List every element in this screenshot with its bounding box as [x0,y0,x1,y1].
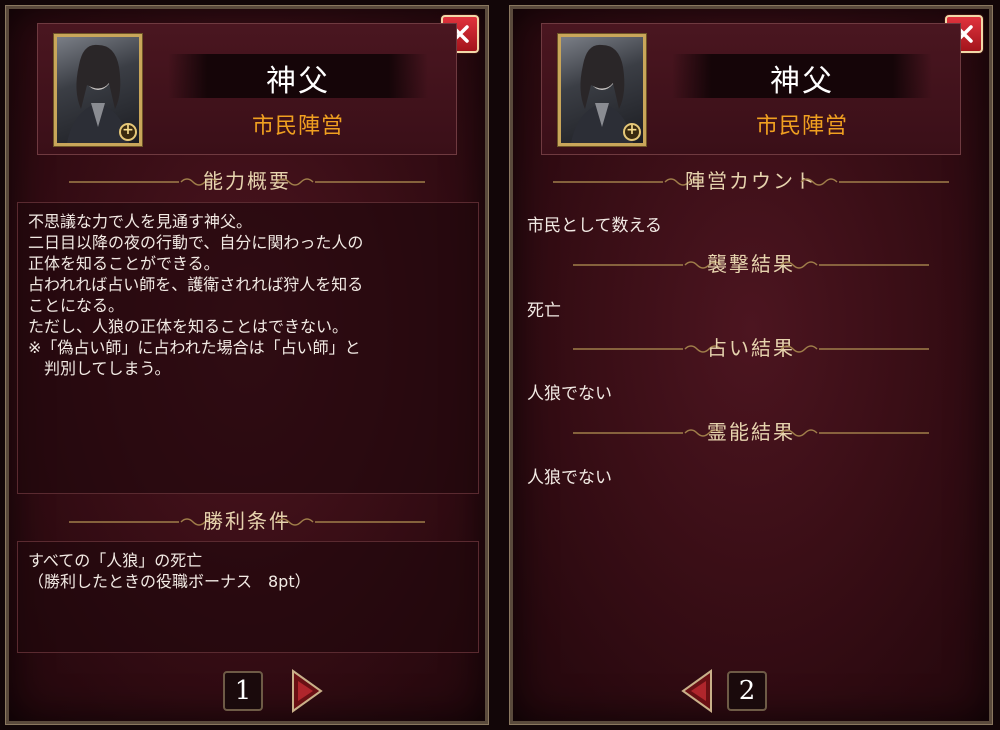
ability-line: 二日目以降の夜の行動で、自分に関わった人の [28,233,364,252]
ability-line: 不思議な力で人を見通す神父。 [28,212,253,231]
zoom-in-icon[interactable] [623,122,641,141]
next-page-button[interactable] [289,667,325,715]
ability-line: 正体を知ることができる。 [28,254,220,273]
ability-line: 判別してしまう。 [28,359,171,378]
victory-conditions: すべての「人狼」の死亡 （勝利したときの役職ボーナス 8pt） [17,541,479,653]
ability-description: 不思議な力で人を見通す神父。 二日目以降の夜の行動で、自分に関わった人の 正体を… [17,202,479,494]
role-card-page-1: 神父 市民陣営 能力概要 不思議な力で人を見通す神父。 二日目以降の夜の行動で、… [5,5,489,725]
role-header: 神父 市民陣営 [37,23,457,155]
victory-line: すべての「人狼」の死亡 [28,551,203,570]
section-title-team-count: 陣営カウント [513,166,989,196]
ability-line: ※「偽占い師」に占われた場合は「占い師」と [28,338,361,357]
role-portrait[interactable] [53,33,143,147]
faction-label: 市民陣営 [251,114,344,139]
section-value: 死亡 [527,301,561,321]
ability-line: ことになる。 [28,296,125,315]
page-number: 1 [223,671,263,711]
flourish-ornament-right [800,178,949,186]
faction-label: 市民陣営 [755,114,848,139]
arrow-right-icon [292,669,323,713]
prev-page-button[interactable] [679,667,715,715]
flourish-ornament-right [780,261,929,269]
zoom-in-icon[interactable] [119,122,137,141]
section-value: 人狼でない [527,468,612,488]
role-name: 神父 [266,64,330,99]
section-title-ability: 能力概要 [9,166,485,196]
flourish-ornament-right [276,518,425,526]
section-title-attack-result: 襲撃結果 [513,249,989,279]
page-number: 2 [727,671,767,711]
role-name: 神父 [770,64,834,99]
victory-line: （勝利したときの役職ボーナス 8pt） [28,572,311,591]
section-value: 市民として数える [527,216,662,236]
arrow-left-icon [681,669,712,713]
section-title-divination-result: 占い結果 [513,333,989,363]
flourish-ornament-right [780,429,929,437]
flourish-ornament-right [276,178,425,186]
ability-line: ただし、人狼の正体を知ることはできない。 [28,317,349,336]
section-value: 人狼でない [527,384,612,404]
section-title-medium-result: 霊能結果 [513,417,989,447]
ability-line: 占われれば占い師を、護衛されれば狩人を知る [28,275,364,294]
flourish-ornament-right [780,345,929,353]
role-portrait[interactable] [557,33,647,147]
role-header: 神父 市民陣営 [541,23,961,155]
role-card-page-2: 神父 市民陣営 陣営カウント 市民として数える 襲撃結果 死亡 占い結果 人狼で… [509,5,993,725]
section-title-victory: 勝利条件 [9,506,485,536]
